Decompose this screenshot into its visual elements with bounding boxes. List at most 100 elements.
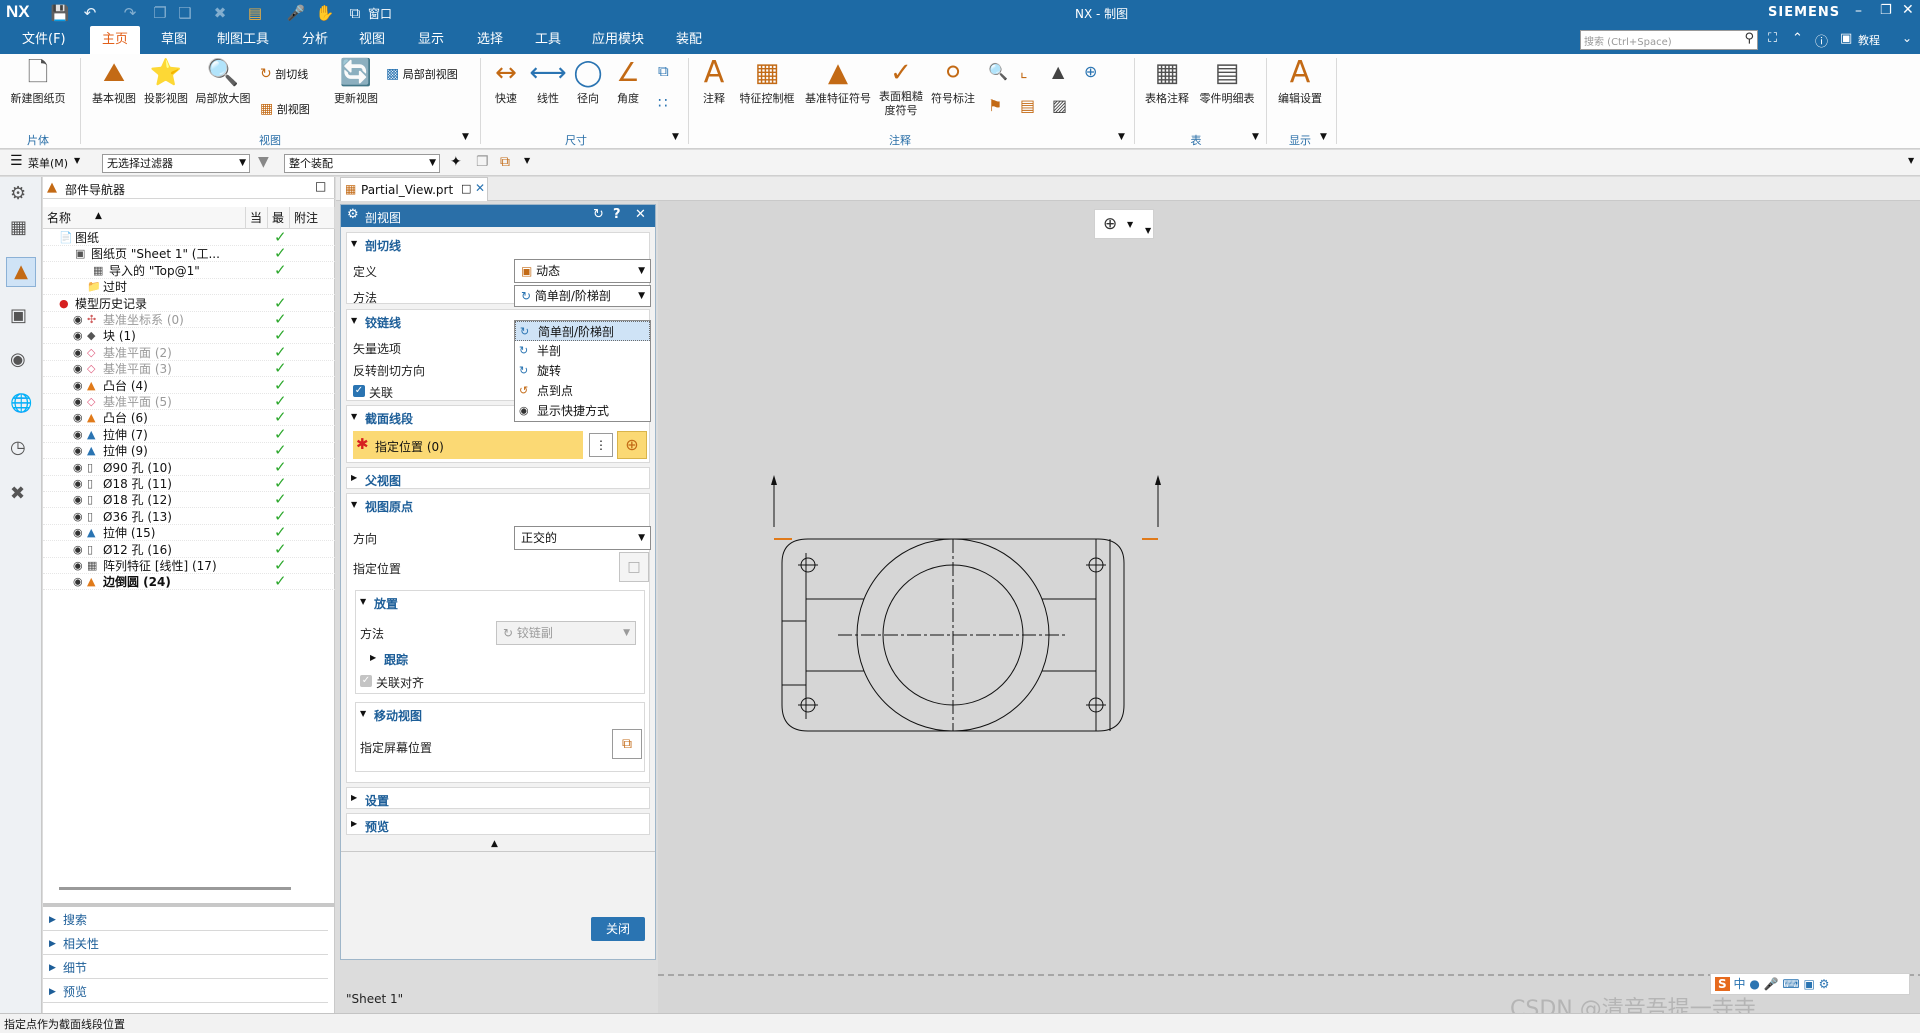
visibility-eye-icon[interactable]: ◉ xyxy=(73,394,83,410)
partial-section-button[interactable]: ▩ 局部剖视图 xyxy=(386,66,478,82)
preview-header[interactable]: 预览 xyxy=(365,818,389,835)
option-simple-stepped[interactable]: ↻ 简单剖/阶梯剖 xyxy=(515,321,650,341)
visibility-eye-icon[interactable]: ◉ xyxy=(73,361,83,377)
visibility-eye-icon[interactable]: ◉ xyxy=(73,460,83,476)
rapid-dimension-button[interactable]: ↔ 快速 xyxy=(488,58,524,106)
view-origin-header[interactable]: 视图原点 xyxy=(365,498,413,515)
history-icon[interactable]: ◷ xyxy=(10,437,26,458)
tab-display[interactable]: 显示 xyxy=(414,26,448,54)
visibility-eye-icon[interactable]: ◉ xyxy=(73,328,83,344)
panel-divider[interactable] xyxy=(43,903,335,907)
tab-tools[interactable]: 工具 xyxy=(531,26,565,54)
save-icon[interactable]: 💾 xyxy=(50,3,70,23)
nav-tree-row[interactable]: ◉ ▯ Ø90 孔 (10) ✓ xyxy=(43,459,335,476)
fcf-button[interactable]: ▦ 特征控制框 xyxy=(736,58,798,106)
nav-tree-row[interactable]: 📄 图纸 ✓ xyxy=(43,229,335,246)
specify-location-row[interactable]: ✱ 指定位置 (0) xyxy=(353,431,583,459)
nav-tree-row[interactable]: ◉ ▲ 凸台 (6) ✓ xyxy=(43,409,335,427)
option-show-shortcuts[interactable]: ◉ 显示快捷方式 xyxy=(515,401,650,421)
collapse-icon[interactable]: ▼ xyxy=(351,412,357,421)
panel-search[interactable]: ▶ 搜索 xyxy=(43,909,328,931)
point-snap-button[interactable]: ⊕ xyxy=(617,431,647,459)
col-attach[interactable]: 附注 xyxy=(290,207,335,229)
undo-icon[interactable]: ↶ xyxy=(80,3,100,23)
nav-tree-row[interactable]: ● 模型历史记录 ✓ xyxy=(43,295,335,312)
help-icon[interactable]: ⓘ xyxy=(1815,31,1828,50)
globe-icon[interactable]: 🌐 xyxy=(10,393,32,414)
collapse-icon[interactable]: ▼ xyxy=(360,597,366,606)
tab-applications[interactable]: 应用模块 xyxy=(588,26,648,54)
parts-list-button[interactable]: ▤ 零件明细表 xyxy=(1196,58,1258,106)
visibility-eye-icon[interactable]: ◉ xyxy=(73,312,83,328)
col-name[interactable]: 名称 xyxy=(43,207,246,229)
tutorial-link[interactable]: 教程 xyxy=(1858,32,1880,48)
section-view-button[interactable]: ▦ 剖视图 xyxy=(260,101,330,117)
note-button[interactable]: A 注释 xyxy=(696,58,732,106)
expand-icon[interactable]: ▶ xyxy=(351,819,357,828)
weld-symbol-icon[interactable]: 🔍 xyxy=(988,62,1008,81)
edit-settings-button[interactable]: A 编辑设置 xyxy=(1274,58,1326,106)
copy-icon[interactable]: ❐ xyxy=(150,3,170,23)
search-icon[interactable]: ⚲ xyxy=(1744,31,1754,46)
visibility-eye-icon[interactable]: ◉ xyxy=(73,509,83,525)
orientation-select[interactable]: 正交的 ▼ xyxy=(514,526,651,550)
tab-select[interactable]: 选择 xyxy=(473,26,507,54)
nav-tree-row[interactable]: ◉ ▯ Ø18 孔 (11) ✓ xyxy=(43,475,335,492)
web-browser-icon[interactable]: ◉ xyxy=(10,349,26,370)
reuse-library-icon[interactable]: ▣ xyxy=(10,305,27,326)
projected-view-button[interactable]: ⭐ 投影视图 xyxy=(140,58,192,106)
visibility-eye-icon[interactable]: ◉ xyxy=(73,410,83,426)
symbol-label-button[interactable]: ⚪ 符号标注 xyxy=(928,58,978,106)
associative-checkbox[interactable]: ✓ xyxy=(353,385,365,397)
visibility-eye-icon[interactable]: ◉ xyxy=(73,345,83,361)
tab-view[interactable]: 视图 xyxy=(355,26,389,54)
ordinate-icon[interactable]: ⧉ xyxy=(658,62,669,80)
nav-tree-row[interactable]: ◉ ▲ 拉伸 (7) ✓ xyxy=(43,426,335,443)
nav-tree-row[interactable]: ◉ ▲ 拉伸 (15) ✓ xyxy=(43,524,335,542)
group-table-more-icon[interactable]: ▼ xyxy=(1252,132,1259,142)
define-select[interactable]: ▣ 动态 ▼ xyxy=(514,259,651,283)
menu-button[interactable]: 菜单(M) xyxy=(28,155,68,171)
expand-icon[interactable]: ▶ xyxy=(370,653,376,662)
hinge-line-header[interactable]: 铰链线 xyxy=(365,314,401,331)
col-latest[interactable]: 最 xyxy=(268,207,290,229)
delete-icon[interactable]: ✖ xyxy=(210,3,230,23)
search-input[interactable]: 搜索 (Ctrl+Space) xyxy=(1584,33,1672,48)
collapse-icon[interactable]: ▼ xyxy=(360,709,366,718)
nav-tree-row[interactable]: ◉ ◇ 基准平面 (3) ✓ xyxy=(43,360,335,378)
reverse-direction-label[interactable]: 反转剖切方向 xyxy=(353,362,425,379)
parent-view-header[interactable]: 父视图 xyxy=(365,472,401,489)
snap-icon[interactable]: ✦ xyxy=(450,154,462,170)
settings-header[interactable]: 设置 xyxy=(365,792,389,809)
doc-tab-partial-view[interactable]: ▦ Partial_View.prt □ ✕ xyxy=(340,177,488,201)
command-search[interactable]: 搜索 (Ctrl+Space) ⚲ xyxy=(1580,30,1758,50)
crosshair-icon[interactable]: ⊕ xyxy=(1084,62,1097,81)
expand-icon[interactable]: ▶ xyxy=(351,793,357,802)
file-menu[interactable]: 文件(F) xyxy=(18,26,70,54)
move-view-header[interactable]: 移动视图 xyxy=(374,707,422,724)
nav-tree-row[interactable]: ▦ 导入的 "Top@1" ✓ xyxy=(43,262,335,279)
nav-tree-row[interactable]: ◉ ▯ Ø36 孔 (13) ✓ xyxy=(43,508,335,525)
cut-segment-header[interactable]: 截面线段 xyxy=(365,410,413,427)
visibility-eye-icon[interactable]: ◉ xyxy=(73,574,83,590)
close-icon[interactable]: ✕ xyxy=(475,181,485,195)
datum-symbol-button[interactable]: ▲ 基准特征符号 xyxy=(802,58,874,106)
collapse-ribbon-icon[interactable]: ⌃ xyxy=(1792,31,1803,46)
option-point-to-point[interactable]: ↺ 点到点 xyxy=(515,381,650,401)
image-icon[interactable]: ▨ xyxy=(1052,96,1067,115)
help-icon[interactable]: ? xyxy=(613,207,621,222)
point-icon[interactable]: ⧉ xyxy=(500,154,510,170)
nav-tree-row[interactable]: ◉ ◇ 基准平面 (5) ✓ xyxy=(43,393,335,410)
tab-assembly[interactable]: 装配 xyxy=(672,26,706,54)
nav-tree-row[interactable]: ◉ ◆ 块 (1) ✓ xyxy=(43,327,335,345)
close-window-icon[interactable]: ✕ xyxy=(1902,2,1914,18)
placement-header[interactable]: 放置 xyxy=(374,595,398,612)
angular-dimension-button[interactable]: ∠ 角度 xyxy=(610,58,646,106)
tab-home[interactable]: 主页 xyxy=(90,26,141,54)
table-note-button[interactable]: ▦ 表格注释 xyxy=(1142,58,1192,106)
bar-more-icon[interactable]: ▼ xyxy=(1908,156,1914,165)
touch-mode-icon[interactable]: ✋ xyxy=(315,3,335,23)
collapse-icon[interactable]: ▼ xyxy=(351,500,357,509)
group-display-more-icon[interactable]: ▼ xyxy=(1320,132,1327,142)
menu-dropdown-icon[interactable]: ▼ xyxy=(74,156,80,165)
